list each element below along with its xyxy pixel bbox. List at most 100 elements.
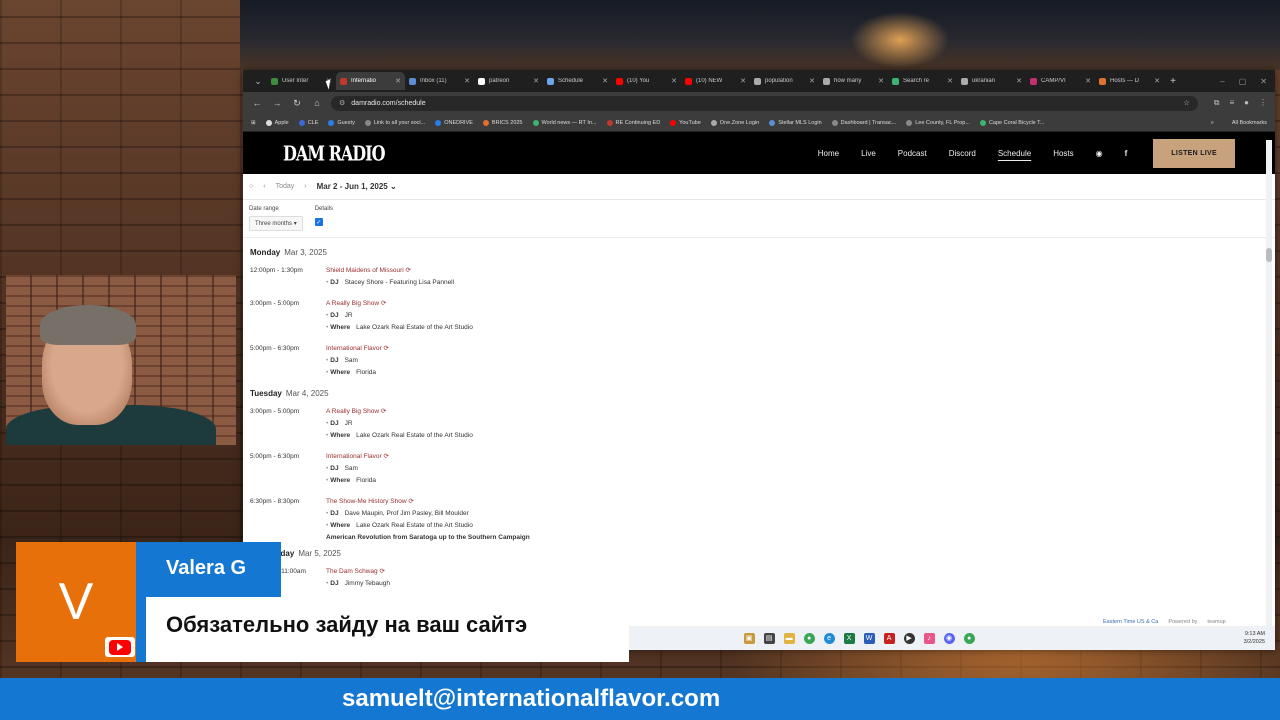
tab-close-icon[interactable]: ✕ [395,77,401,85]
nav-link-podcast[interactable]: Podcast [898,149,927,158]
bookmark-item[interactable]: CLE [298,119,318,126]
taskbar-chrome-icon[interactable]: ● [803,632,815,644]
bookmark-item[interactable]: RE Continuing ED [606,119,660,126]
prev-range-icon[interactable]: ‹ [263,183,265,190]
schedule-event[interactable]: 6:30pm - 8:30pm The Show-Me History Show … [250,497,1275,541]
bookmark-item[interactable]: Cape Coral Bicycle T... [979,119,1045,126]
taskbar-files-icon[interactable]: ▣ [743,632,755,644]
tab-close-icon[interactable]: ✕ [1085,77,1091,85]
bookmark-item[interactable]: Link to all your soci... [364,119,425,126]
bookmark-item[interactable]: One.Zone Login [710,119,759,126]
tab-close-icon[interactable]: ✕ [878,77,884,85]
tab-close-icon[interactable]: ✕ [1016,77,1022,85]
taskbar-store-icon[interactable]: ▤ [763,632,775,644]
nav-link-home[interactable]: Home [818,149,839,158]
event-title[interactable]: Shield Maidens of Missouri ⟳ [326,266,454,274]
browser-tab[interactable]: population ✕ [750,72,819,90]
schedule-event[interactable]: 3:00pm - 5:00pm A Really Big Show ⟳ • DJ JR •… [250,407,1275,444]
taskbar-chrome-2-icon[interactable]: ● [963,632,975,644]
url-input[interactable]: ⚙ damradio.com/schedule ☆ [331,95,1198,111]
schedule-event[interactable]: 5:00pm - 6:30pm International Flavor ⟳ • DJ… [250,344,1275,381]
scroll-thumb[interactable] [1266,248,1272,262]
apps-grid-icon[interactable]: ⊞ [251,120,256,126]
menu-icon[interactable]: ⋮ [1259,98,1267,108]
details-checkbox[interactable]: ✓ [314,218,323,226]
listen-live-button[interactable]: LISTEN LIVE [1153,138,1235,168]
bookmark-item[interactable]: Dashboard | Transac... [831,119,896,126]
browser-tab[interactable]: Search re ✕ [888,72,957,90]
facebook-icon[interactable]: f [1125,149,1128,158]
event-title[interactable]: International Flavor ⟳ [326,452,389,460]
taskbar-folder-icon[interactable]: ▬ [783,632,795,644]
minimize-icon[interactable]: – [1220,77,1224,86]
home-icon[interactable]: ⌂ [311,98,323,108]
calendar-settings-icon[interactable]: ○ [249,183,253,190]
profile-icon[interactable]: ● [1244,98,1249,108]
taskbar-music-icon[interactable]: ♪ [923,632,935,644]
schedule-event[interactable]: 12:00pm - 1:30pm Shield Maidens of Missou… [250,266,1275,291]
bookmark-star-icon[interactable]: ☆ [1183,99,1189,107]
browser-tab[interactable]: (10) NEW ✕ [681,72,750,90]
maximize-icon[interactable]: ▢ [1239,77,1247,86]
bookmark-item[interactable]: Apple [265,119,289,126]
site-logo[interactable]: DAM RADIO [283,141,386,166]
date-range-title[interactable]: Mar 2 - Jun 1, 2025 ⌄ [317,182,397,191]
bookmark-item[interactable]: YouTube [670,119,701,126]
taskbar-pdf-icon[interactable]: A [883,632,895,644]
event-title[interactable]: A Really Big Show ⟳ [326,407,473,415]
schedule-event[interactable]: 5:00pm - 6:30pm International Flavor ⟳ • DJ… [250,452,1275,489]
bookmarks-overflow-icon[interactable]: » [1211,120,1214,126]
nav-link-hosts[interactable]: Hosts [1053,149,1073,158]
taskbar-clock[interactable]: 9:13 AM 3/2/2025 [1244,630,1265,646]
site-info-icon[interactable]: ⚙ [339,99,345,107]
bookmark-item[interactable]: Stellar MLS Login [769,119,822,126]
browser-tab[interactable]: Schedule ✕ [543,72,612,90]
taskbar-excel-icon[interactable]: X [843,632,855,644]
event-title[interactable]: A Really Big Show ⟳ [326,299,473,307]
forward-icon[interactable]: → [271,98,283,108]
schedule-event[interactable]: 3:00pm - 5:00pm A Really Big Show ⟳ • DJ JR •… [250,299,1275,336]
bookmark-item[interactable]: Lee County, FL Prop... [906,119,970,126]
today-button[interactable]: Today [276,183,295,190]
all-bookmarks[interactable]: All Bookmarks [1232,120,1267,126]
tab-close-icon[interactable]: ✕ [671,77,677,85]
schedule-event[interactable]: 10:00am - 11:00amThe Dam Schwag ⟳•DJJimm… [250,567,1275,592]
browser-tab[interactable]: how many ✕ [819,72,888,90]
tab-close-icon[interactable]: ✕ [533,77,539,85]
discord-icon[interactable]: ◉ [1096,149,1103,158]
event-title[interactable]: The Dam Schwag ⟳ [326,567,390,575]
bookmark-item[interactable]: ONEDRIVE [435,119,473,126]
event-title[interactable]: International Flavor ⟳ [326,344,389,352]
browser-tab[interactable]: Internatio ✕ [336,72,405,90]
bookmark-item[interactable]: Guesty [328,119,355,126]
teamup-link[interactable]: teamup [1207,619,1225,625]
taskbar-discord-icon[interactable]: ◉ [943,632,955,644]
browser-tab[interactable]: Inbox (11) ✕ [405,72,474,90]
date-range-select[interactable]: Three months ▾ [249,216,303,231]
timezone-link[interactable]: Eastern Time US & Ca [1103,619,1158,625]
close-window-icon[interactable]: ✕ [1260,77,1267,86]
browser-tab[interactable]: patreon ✕ [474,72,543,90]
nav-link-live[interactable]: Live [861,149,876,158]
tab-close-icon[interactable]: ✕ [809,77,815,85]
extensions-icon[interactable]: ⧉ [1214,98,1220,108]
tab-search-icon[interactable]: ⌄ [249,76,267,87]
tab-close-icon[interactable]: ✕ [1154,77,1160,85]
reload-icon[interactable]: ↻ [291,98,303,109]
taskbar-media-icon[interactable]: ▶ [903,632,915,644]
tab-close-icon[interactable]: ✕ [602,77,608,85]
browser-tab[interactable]: Hosts — D ✕ [1095,72,1164,90]
browser-tab[interactable]: (10) You ✕ [612,72,681,90]
taskbar-edge-icon[interactable]: e [823,632,835,644]
taskbar-word-icon[interactable]: W [863,632,875,644]
back-icon[interactable]: ← [251,98,263,108]
tab-close-icon[interactable]: ✕ [740,77,746,85]
tab-close-icon[interactable]: ✕ [464,77,470,85]
browser-tab[interactable]: ukranian ✕ [957,72,1026,90]
bookmark-item[interactable]: World news — RT In... [532,119,597,126]
event-title[interactable]: The Show-Me History Show ⟳ [326,497,530,505]
tab-close-icon[interactable]: ✕ [947,77,953,85]
bookmark-item[interactable]: BRICS 2025 [482,119,523,126]
new-tab-button[interactable]: + [1164,76,1182,87]
media-icon[interactable]: ≡ [1229,98,1234,108]
